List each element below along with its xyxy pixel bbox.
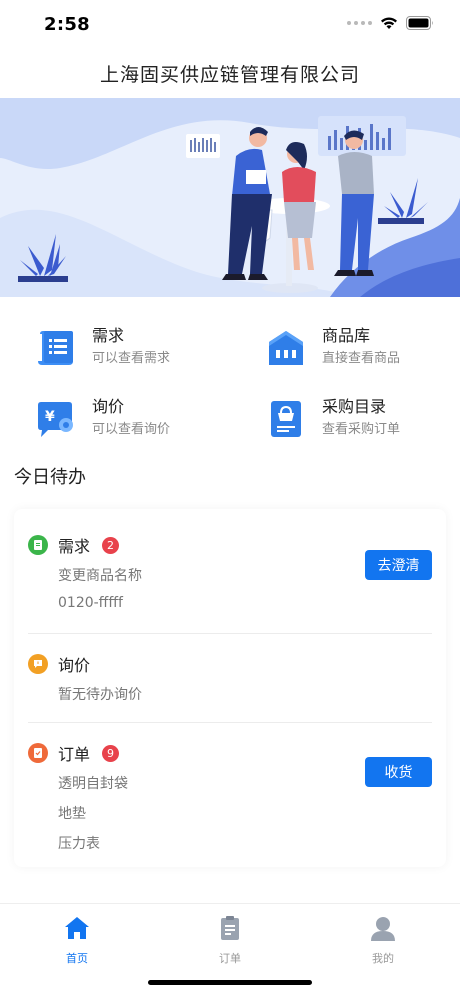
- quick-item-subtitle: 直接查看商品: [322, 351, 401, 366]
- todo-card: 需求 2 变更商品名称 0120-fffff 去澄清 询价 暂无待办询价 订单 …: [14, 509, 446, 867]
- todo-detail: 变更商品名称: [58, 568, 142, 584]
- quick-item-title: 询价: [92, 397, 125, 416]
- purchase-catalog-icon: [271, 401, 301, 437]
- todo-detail: 地垫: [58, 806, 86, 822]
- todo-detail: 压力表: [58, 836, 100, 852]
- tab-label: 首页: [66, 952, 88, 965]
- home-indicator: [148, 980, 312, 985]
- user-icon: [371, 917, 395, 941]
- home-icon: [65, 917, 89, 939]
- tab-profile[interactable]: 我的: [343, 914, 423, 966]
- tab-home[interactable]: 首页: [37, 914, 117, 966]
- todo-label: 询价: [58, 656, 91, 675]
- quick-item-demand[interactable]: 需求 可以查看需求: [36, 326, 170, 368]
- quick-item-subtitle: 可以查看询价: [92, 422, 171, 437]
- inquiry-icon: [28, 654, 48, 674]
- warehouse-icon: [269, 331, 303, 365]
- status-indicators: [347, 16, 434, 30]
- svg-text:¥: ¥: [45, 409, 55, 425]
- banner-illustration: [0, 98, 460, 297]
- quick-item-purchase-catalog[interactable]: 采购目录 查看采购订单: [266, 397, 400, 439]
- divider: [28, 722, 432, 723]
- count-badge: 9: [102, 744, 120, 762]
- page-title: 上海固买供应链管理有限公司: [99, 64, 360, 86]
- quick-item-inquiry[interactable]: ¥ 询价 可以查看询价: [36, 397, 170, 439]
- todo-detail: 透明自封袋: [58, 776, 128, 792]
- cellular-signal-icon: [347, 21, 372, 25]
- tab-orders[interactable]: 订单: [190, 914, 270, 966]
- todo-item-demand[interactable]: 需求 2: [28, 533, 120, 557]
- receive-goods-button[interactable]: 收货: [365, 757, 432, 787]
- tab-label: 订单: [219, 952, 241, 965]
- demand-icon: [28, 535, 48, 555]
- quick-item-title: 需求: [92, 326, 125, 345]
- clarify-button[interactable]: 去澄清: [365, 550, 432, 580]
- todo-item-inquiry[interactable]: 询价: [28, 652, 90, 676]
- quick-item-product-library[interactable]: 商品库 直接查看商品: [266, 326, 400, 368]
- quick-item-subtitle: 可以查看需求: [92, 351, 171, 366]
- todo-label: 订单: [58, 745, 91, 764]
- divider: [28, 633, 432, 634]
- quick-item-title: 商品库: [322, 326, 371, 345]
- todo-section-title: 今日待办: [14, 467, 86, 488]
- document-list-icon: [38, 331, 73, 365]
- clipboard-icon: [221, 916, 239, 940]
- quick-item-title: 采购目录: [322, 397, 387, 416]
- status-time: 2:58: [44, 14, 90, 35]
- price-inquiry-icon: ¥: [38, 402, 73, 437]
- todo-item-order[interactable]: 订单 9: [28, 741, 120, 765]
- status-bar: 2:58: [0, 0, 460, 50]
- battery-icon: [406, 16, 433, 30]
- tab-label: 我的: [372, 952, 394, 965]
- wifi-icon: [381, 17, 397, 29]
- todo-detail: 暂无待办询价: [58, 687, 142, 703]
- order-icon: [28, 743, 48, 763]
- todo-label: 需求: [58, 537, 91, 556]
- todo-detail: 0120-fffff: [58, 595, 123, 611]
- quick-item-subtitle: 查看采购订单: [322, 422, 401, 437]
- count-badge: 2: [102, 536, 120, 554]
